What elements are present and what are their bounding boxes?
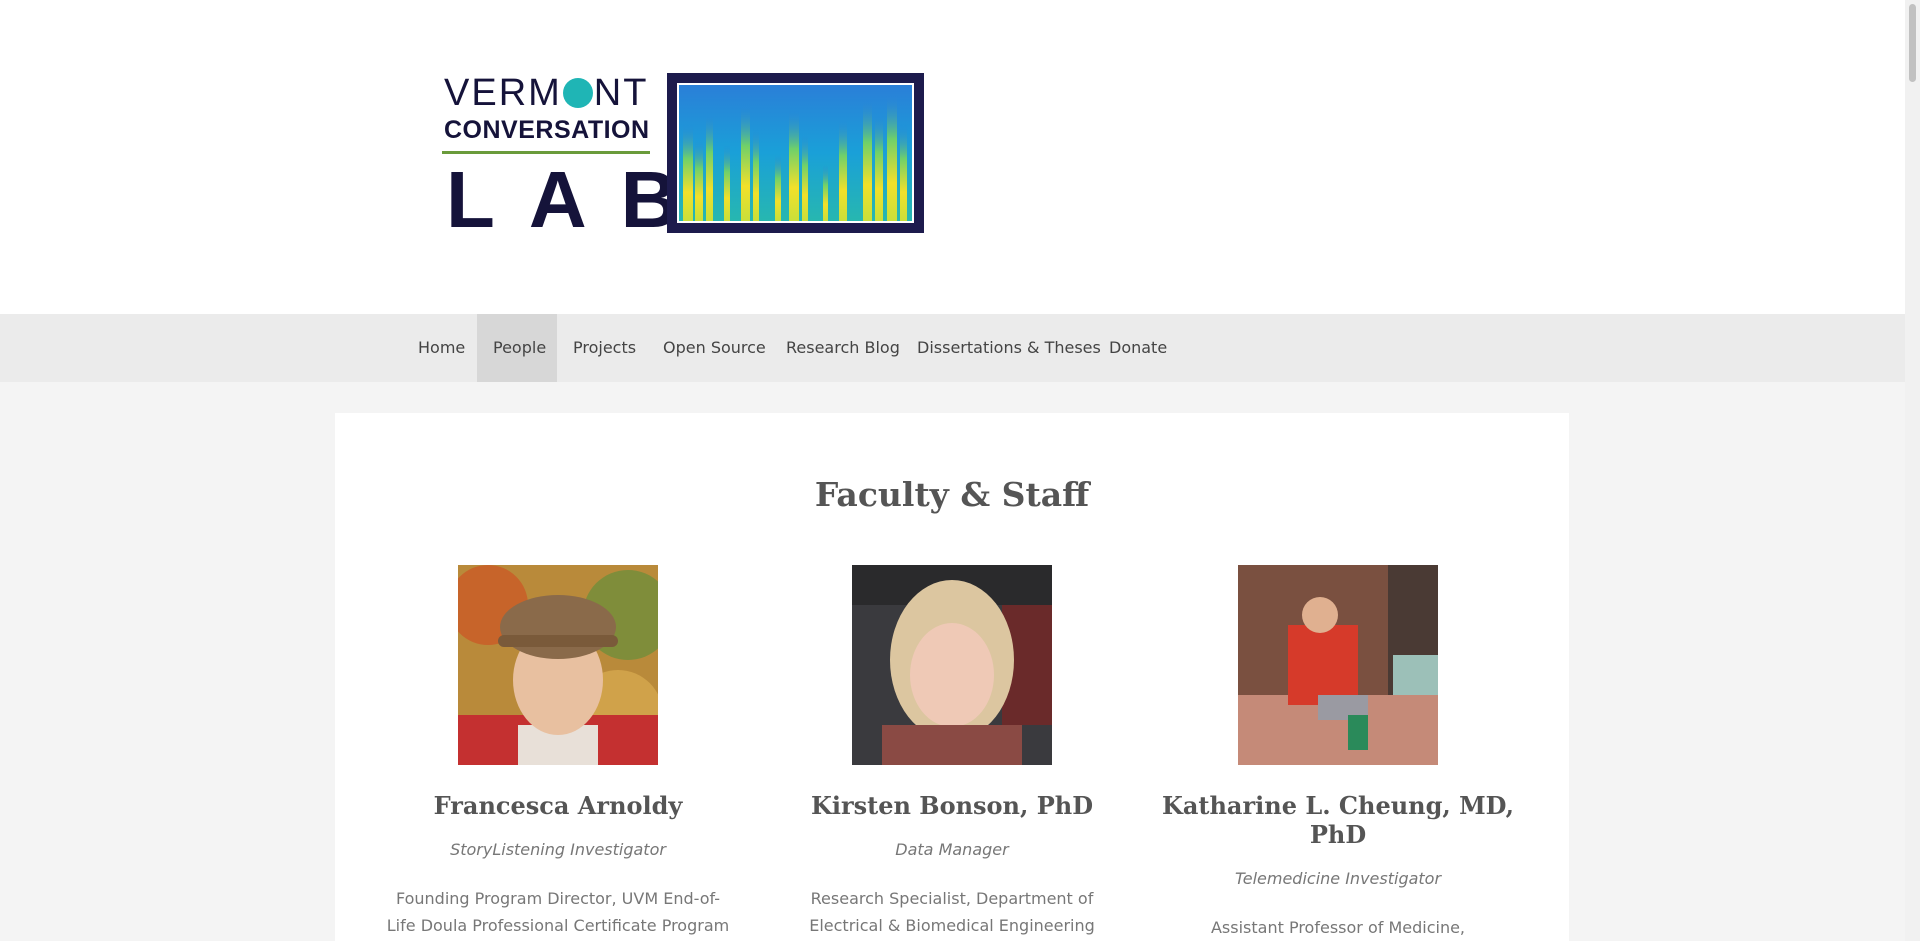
nav-item-research-blog[interactable]: Research Blog <box>770 314 916 382</box>
page: VERM NT CONVERSATION LAB Home People Pro… <box>0 0 1905 941</box>
person-photo[interactable] <box>458 565 658 765</box>
person-card: Francesca Arnoldy StoryListening Investi… <box>365 565 751 939</box>
person-name: Francesca Arnoldy <box>433 791 683 820</box>
logo-rule <box>442 151 650 154</box>
person-role: StoryListening Investigator <box>450 840 666 859</box>
main-nav: Home People Projects Open Source Researc… <box>0 314 1905 382</box>
person-photo[interactable] <box>1238 565 1438 765</box>
spectrogram-graphic <box>679 85 912 221</box>
person-card: Kirsten Bonson, PhD Data Manager Researc… <box>759 565 1145 939</box>
logo-wordmark: VERM NT CONVERSATION LAB <box>442 72 678 240</box>
logo-line-conversation: CONVERSATION <box>444 116 650 144</box>
person-description: Research Specialist, Department of Elect… <box>809 889 1095 935</box>
logo-dot-icon <box>562 78 593 108</box>
nav-item-projects[interactable]: Projects <box>557 314 652 382</box>
nav-item-home[interactable]: Home <box>402 314 481 382</box>
nav-item-donate[interactable]: Donate <box>1093 314 1183 382</box>
spectrogram-image <box>667 73 924 233</box>
person-role: Data Manager <box>895 840 1009 859</box>
page-title: Faculty & Staff <box>814 475 1090 514</box>
site-header: VERM NT CONVERSATION LAB <box>0 0 1905 314</box>
site-logo[interactable]: VERM NT CONVERSATION LAB <box>442 72 924 240</box>
vertical-scrollbar[interactable] <box>1905 0 1920 941</box>
person-name: Kirsten Bonson, PhD <box>810 791 1094 820</box>
person-description: Founding Program Director, UVM End-of-Li… <box>386 889 730 935</box>
person-name: Katharine L. Cheung, MD, PhD <box>1161 791 1514 849</box>
person-card: Katharine L. Cheung, MD, PhD Telemedicin… <box>1145 565 1531 941</box>
logo-line-vermont: VERM NT <box>444 72 649 114</box>
person-description: Assistant Professor of Medicine, Nephrol… <box>1210 918 1466 937</box>
nav-item-open-source[interactable]: Open Source <box>647 314 782 382</box>
content-card: Faculty & Staff Francesca Arnoldy StoryL… <box>335 413 1569 941</box>
nav-item-people[interactable]: People <box>477 314 557 382</box>
person-role: Telemedicine Investigator <box>1234 869 1442 888</box>
person-photo[interactable] <box>852 565 1052 765</box>
nav-item-dissertations[interactable]: Dissertations & Theses <box>901 314 1117 382</box>
scrollbar-thumb[interactable] <box>1909 4 1916 82</box>
